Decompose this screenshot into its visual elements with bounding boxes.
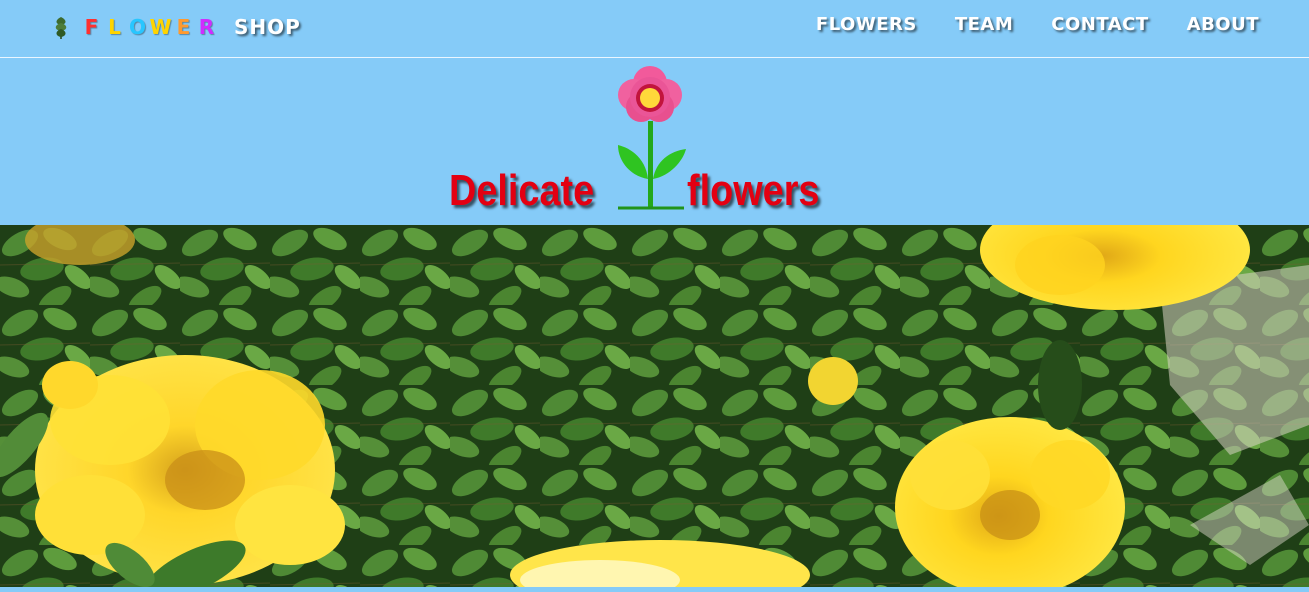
hero-photo — [0, 225, 1309, 587]
banner-title-right: flowers — [687, 166, 820, 215]
brand-letter-e: E — [176, 15, 191, 39]
top-navbar: F L O W E R SHOP FLOWERS TEAM CONTACT AB… — [0, 0, 1309, 58]
brand-letter-o: O — [128, 15, 146, 39]
brand-letter-r: R — [198, 15, 215, 39]
hero-banner: Delicate flowers — [0, 59, 1309, 225]
banner-title-left: Delicate — [449, 166, 595, 215]
nav-link-about[interactable]: ABOUT — [1187, 12, 1259, 38]
nav-link-team[interactable]: TEAM — [955, 12, 1013, 38]
brand-letter-f: F — [84, 15, 99, 39]
flower-icon — [618, 66, 686, 210]
brand-logo-link[interactable]: F L O W E R SHOP — [52, 12, 301, 42]
brand-shop-label: SHOP — [234, 15, 301, 39]
nav-link-flowers[interactable]: FLOWERS — [816, 12, 917, 38]
nav-link-contact[interactable]: CONTACT — [1051, 12, 1148, 38]
brand-letter-w: W — [149, 15, 172, 39]
rose-bush-photo — [0, 225, 1309, 587]
leaf-icon — [55, 17, 67, 39]
brand-letter-l: L — [108, 15, 121, 39]
main-nav: FLOWERS TEAM CONTACT ABOUT — [816, 12, 1259, 38]
